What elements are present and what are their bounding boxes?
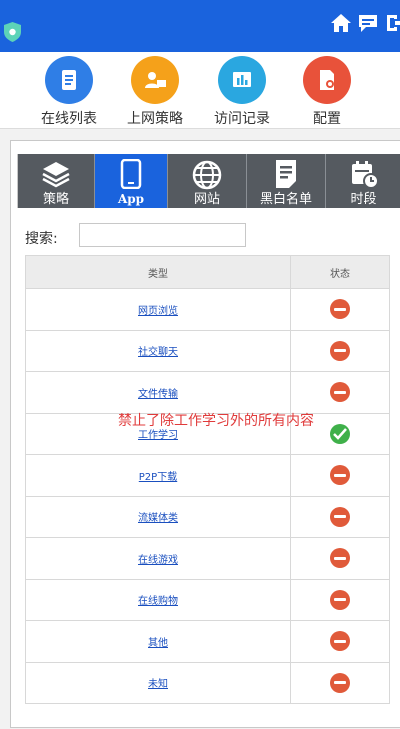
chart-icon [218,56,266,104]
logout-icon[interactable] [385,12,400,34]
category-link[interactable]: 文件传输 [138,389,178,400]
blocked-minus-icon[interactable] [330,506,350,527]
category-cell: P2P下载 [25,454,291,497]
allowed-check-icon[interactable] [330,423,350,444]
search-input[interactable] [79,223,246,247]
nav-config[interactable]: 配置 [282,56,372,128]
tab-app[interactable]: App [95,154,168,208]
app-category-table: 类型 状态 网页浏览社交聊天文件传输工作学习 P2P下载流媒体类在线游戏在线购物其… [25,255,390,704]
category-cell: 文件传输 [25,371,291,414]
type-column-header: 类型 [25,255,291,289]
main-nav: 在线列表 上网策略 访问记录 配置 [0,52,400,129]
table-row: 流媒体类 [25,495,390,538]
globe-icon [192,160,222,190]
nav-online-list[interactable]: 在线列表 [24,56,114,128]
category-link[interactable]: 在线游戏 [138,555,178,566]
nav-access-log[interactable]: 访问记录 [197,56,287,128]
category-link[interactable]: P2P下载 [139,472,177,483]
category-cell: 网页浏览 [25,288,291,331]
table-row: P2P下载 [25,454,390,497]
home-icon[interactable] [330,12,352,34]
table-row: 在线游戏 [25,537,390,580]
status-cell [290,288,390,331]
status-cell [290,371,390,414]
phone-icon [120,159,142,189]
table-row: 在线购物 [25,578,390,621]
category-cell: 其他 [25,620,291,663]
config-icon [303,56,351,104]
blocked-minus-icon[interactable] [330,382,350,403]
category-link[interactable]: 在线购物 [138,596,178,607]
blocked-minus-icon[interactable] [330,340,350,361]
nav-label: 在线列表 [41,111,97,127]
top-bar [0,0,400,52]
category-cell: 社交聊天 [25,329,291,372]
category-link[interactable]: 网页浏览 [138,306,178,317]
shield-icon [4,22,21,42]
nav-internet-policy[interactable]: 上网策略 [110,56,200,128]
status-cell [290,495,390,538]
nav-label: 访问记录 [214,111,270,127]
table-row: 文件传输 [25,371,390,414]
category-cell: 在线游戏 [25,537,291,580]
category-cell: 在线购物 [25,578,291,621]
table-row: 社交聊天 [25,329,390,372]
category-cell: 未知 [25,661,291,704]
category-cell: 流媒体类 [25,495,291,538]
category-link[interactable]: 流媒体类 [138,513,178,524]
table-header-row: 类型 状态 [25,255,390,289]
table-row: 其他 [25,620,390,663]
search-label: 搜索: [25,231,58,247]
blocked-minus-icon[interactable] [330,299,350,320]
blocked-minus-icon[interactable] [330,548,350,569]
status-cell [290,329,390,372]
table-row: 网页浏览 [25,288,390,331]
category-link[interactable]: 其他 [148,638,168,649]
tab-website[interactable]: 网站 [168,154,247,208]
message-icon[interactable] [357,12,379,34]
status-cell [290,661,390,704]
calendar-clock-icon [351,161,379,189]
blocked-minus-icon[interactable] [330,631,350,652]
nav-label: 配置 [313,111,341,127]
status-cell [290,454,390,497]
tab-blackwhite-list[interactable]: 黑白名单 [247,154,326,208]
nav-label: 上网策略 [127,111,183,127]
list-icon [45,56,93,104]
table-row: 未知 [25,661,390,704]
layers-icon [42,162,70,188]
tab-time-period[interactable]: 时段 [326,154,400,208]
document-icon [276,160,296,188]
category-link[interactable]: 社交聊天 [138,347,178,358]
status-column-header: 状态 [290,255,390,289]
blocked-minus-icon[interactable] [330,589,350,610]
status-cell [290,620,390,663]
status-cell [290,578,390,621]
blocked-minus-icon[interactable] [330,672,350,693]
annotation-text: 禁止了除工作学习外的所有内容 [118,413,314,429]
user-policy-icon [131,56,179,104]
category-link[interactable]: 未知 [148,679,168,690]
tab-policy[interactable]: 策略 [18,154,95,208]
status-cell [290,537,390,580]
blocked-minus-icon[interactable] [330,465,350,486]
category-link[interactable]: 工作学习 [138,430,178,441]
policy-tabs: 策略 App 网站 黑白名单 时段 [17,154,400,208]
